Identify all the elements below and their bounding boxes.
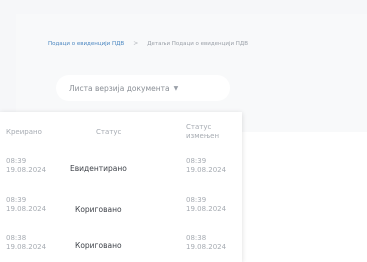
row-status: Кориговано	[75, 241, 122, 250]
header-created: Креирано	[6, 128, 42, 136]
breadcrumb-separator-icon: >	[133, 40, 139, 47]
row-created-date: 19.08.2024	[6, 205, 47, 213]
row-created-date: 19.08.2024	[6, 166, 47, 174]
document-versions-button[interactable]: Листа верзија документа ▼	[56, 75, 230, 101]
row-changed-date: 19.08.2024	[186, 205, 227, 213]
header-status-changed-line1: Статус	[186, 123, 212, 131]
breadcrumb-current: Детаљи Подаци о евиденцији ПДВ	[147, 41, 249, 47]
row-created-time: 08:39	[6, 157, 27, 165]
breadcrumb-link-vat-records[interactable]: Подаци о евиденцији ПДВ	[48, 40, 124, 48]
row-changed-date: 19.08.2024	[186, 166, 227, 174]
row-created-time: 08:39	[6, 196, 27, 204]
row-changed-time: 08:38	[186, 234, 207, 242]
document-versions-label: Листа верзија документа	[69, 83, 170, 93]
row-changed-time: 08:39	[186, 157, 207, 165]
row-changed-time: 08:39	[186, 196, 207, 204]
header-status-changed-line2: измењен	[186, 132, 220, 140]
row-created-time: 08:38	[6, 234, 27, 242]
breadcrumb: Подаци о евиденцији ПДВ > Детаљи Подаци …	[48, 40, 248, 48]
row-changed-date: 19.08.2024	[186, 243, 227, 251]
row-created-date: 19.08.2024	[6, 243, 47, 251]
row-status: Кориговано	[75, 205, 122, 214]
page: Подаци о евиденцији ПДВ > Детаљи Подаци …	[0, 0, 367, 262]
row-status: Евидентирано	[70, 164, 127, 173]
header-status: Статус	[96, 128, 122, 136]
chevron-down-icon: ▼	[173, 84, 179, 92]
versions-dropdown: Креирано Статус Статус измењен 08:39 19.…	[0, 112, 242, 262]
